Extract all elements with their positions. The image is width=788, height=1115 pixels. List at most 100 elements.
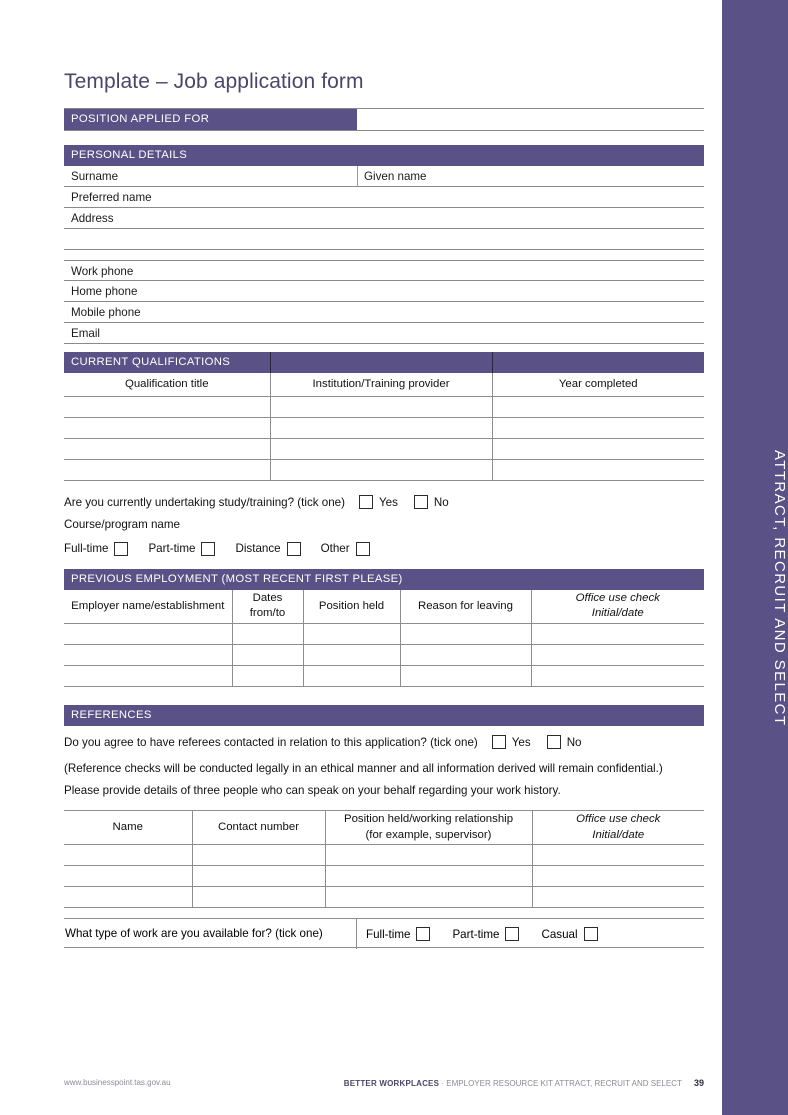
cell[interactable] [531, 665, 704, 687]
cell[interactable] [492, 438, 704, 460]
cell[interactable] [64, 644, 233, 666]
study-mode-fulltime-checkbox[interactable] [114, 541, 129, 556]
mobile-phone-input[interactable] [174, 302, 704, 323]
cell[interactable] [492, 396, 704, 418]
cell[interactable] [531, 623, 704, 645]
references-bar: REFERENCES [64, 705, 704, 726]
cell[interactable] [64, 865, 193, 887]
availability-section: What type of work are you available for?… [64, 918, 704, 949]
study-mode-row: Full-time Part-time Distance Other [64, 537, 704, 561]
cell[interactable] [400, 623, 532, 645]
footer-kit-info: BETTER WORKPLACES · EMPLOYER RESOURCE KI… [344, 1078, 704, 1088]
surname-label: Surname [71, 170, 119, 183]
study-mode-other-checkbox[interactable] [355, 541, 370, 556]
table-row[interactable] [64, 865, 704, 887]
qualifications-bar: CURRENT QUALIFICATIONS [64, 352, 704, 373]
work-phone-label: Work phone [71, 265, 134, 278]
cell[interactable] [492, 417, 704, 439]
cell[interactable] [400, 644, 532, 666]
table-row[interactable] [64, 886, 704, 908]
cell[interactable] [325, 865, 533, 887]
cell[interactable] [532, 886, 704, 908]
position-applied-input[interactable] [357, 109, 704, 130]
availability-fulltime-checkbox[interactable] [416, 927, 431, 941]
availability-parttime-checkbox[interactable] [505, 927, 520, 941]
col-institution: Institution/Training provider [270, 373, 493, 397]
cell[interactable] [270, 438, 493, 460]
work-phone-input[interactable] [174, 261, 704, 282]
cell[interactable] [492, 459, 704, 481]
cell[interactable] [64, 459, 271, 481]
section-tab-attract-recruit-select: ATTRACT, RECRUIT AND SELECT [722, 0, 788, 1115]
cell[interactable] [192, 844, 326, 866]
mobile-phone-label: Mobile phone [71, 306, 141, 319]
cell[interactable] [532, 844, 704, 866]
study-mode-parttime-label: Part-time [148, 542, 196, 555]
referee-no-checkbox[interactable] [546, 735, 561, 749]
given-name-input[interactable] [434, 166, 704, 187]
cell[interactable] [400, 665, 532, 687]
col-office-use-check: Office use check Initial/date [531, 589, 704, 624]
position-applied-bar: POSITION APPLIED FOR [64, 109, 357, 130]
address-label: Address [71, 212, 114, 225]
cell[interactable] [64, 438, 271, 460]
col-position-relationship: Position held/working relationship (for … [325, 810, 533, 845]
table-row[interactable] [64, 623, 704, 645]
col-position-line1: Position held/working relationship [343, 813, 514, 826]
footer-website[interactable]: www.businesspoint.tas.gov.au [64, 1078, 171, 1087]
row-address-line2[interactable] [64, 229, 704, 250]
cell[interactable] [325, 844, 533, 866]
availability-casual-checkbox[interactable] [583, 927, 598, 941]
table-row[interactable] [64, 417, 704, 439]
cell[interactable] [232, 644, 304, 666]
cell[interactable] [532, 865, 704, 887]
cell[interactable] [64, 623, 233, 645]
cell[interactable] [192, 865, 326, 887]
table-row[interactable] [64, 438, 704, 460]
cell[interactable] [531, 644, 704, 666]
course-program-input[interactable] [183, 512, 533, 528]
email-label: Email [71, 327, 100, 340]
cell[interactable] [270, 417, 493, 439]
col-dates-line2: from/to [249, 607, 286, 620]
qualifications-bar-label: CURRENT QUALIFICATIONS [71, 356, 231, 368]
given-name-label: Given name [364, 170, 427, 183]
email-input[interactable] [174, 323, 704, 344]
table-row[interactable] [64, 844, 704, 866]
cell[interactable] [270, 396, 493, 418]
cell[interactable] [64, 396, 271, 418]
cell[interactable] [303, 644, 401, 666]
study-no-checkbox[interactable] [413, 495, 428, 509]
cell[interactable] [192, 886, 326, 908]
cell[interactable] [64, 417, 271, 439]
cell[interactable] [303, 665, 401, 687]
cell[interactable] [64, 844, 193, 866]
cell[interactable] [64, 886, 193, 908]
home-phone-input[interactable] [174, 281, 704, 302]
cell[interactable] [232, 623, 304, 645]
cell[interactable] [303, 623, 401, 645]
surname-input[interactable] [134, 166, 349, 187]
previous-employment-table: Employer name/establishment Dates from/t… [64, 589, 704, 687]
col-year-completed: Year completed [492, 373, 704, 397]
previous-employment-bar: PREVIOUS EMPLOYMENT (MOST RECENT FIRST P… [64, 568, 704, 590]
availability-fulltime-label: Full-time [366, 927, 411, 941]
table-row[interactable] [64, 644, 704, 666]
cell[interactable] [270, 459, 493, 481]
cell[interactable] [232, 665, 304, 687]
col-referee-name: Name [64, 810, 193, 845]
table-row[interactable] [64, 459, 704, 481]
study-mode-distance-checkbox[interactable] [286, 541, 301, 556]
preferred-name-input[interactable] [174, 187, 704, 208]
study-mode-distance-label: Distance [235, 542, 281, 555]
cell[interactable] [325, 886, 533, 908]
cell[interactable] [64, 665, 233, 687]
study-yes-checkbox[interactable] [358, 495, 373, 509]
address-input[interactable] [174, 208, 704, 229]
table-row[interactable] [64, 396, 704, 418]
row-address: Address [64, 208, 704, 229]
referee-yes-checkbox[interactable] [491, 735, 506, 749]
table-row[interactable] [64, 665, 704, 687]
col-position-held: Position held [303, 589, 401, 624]
study-mode-parttime-checkbox[interactable] [201, 541, 216, 556]
